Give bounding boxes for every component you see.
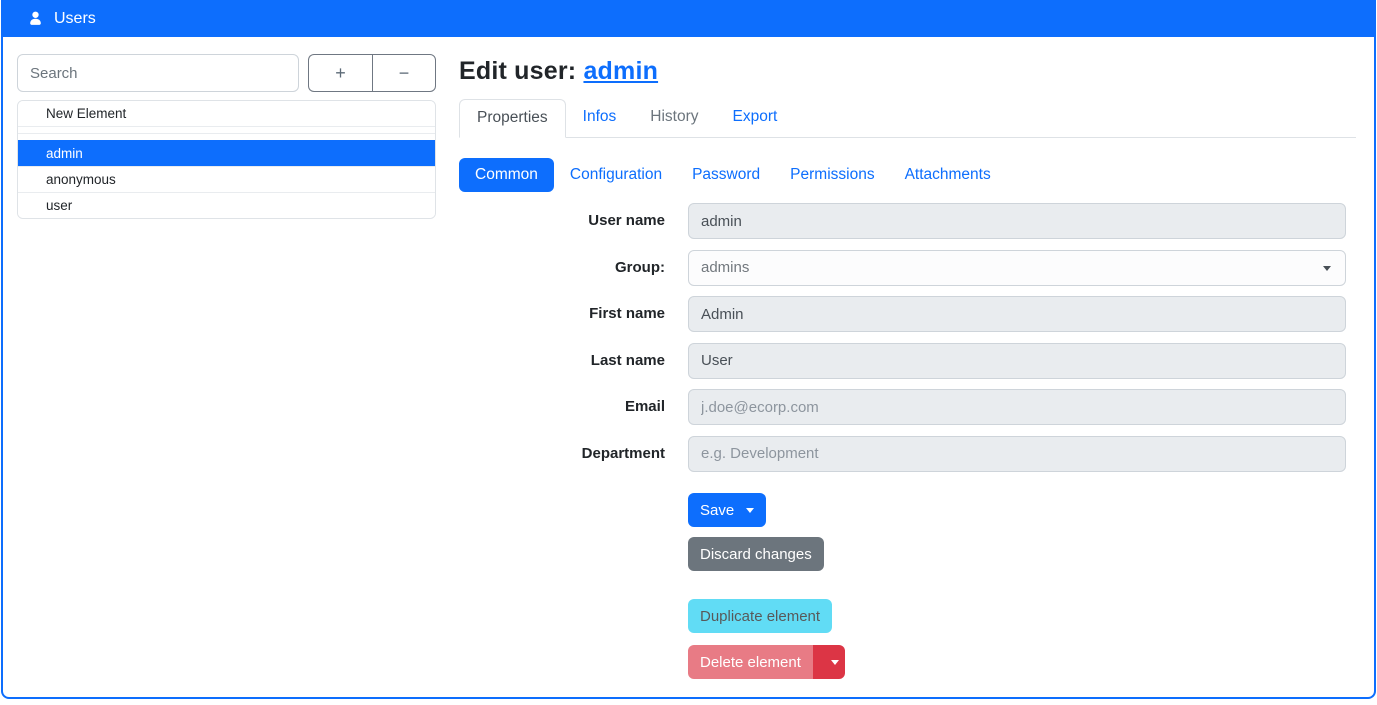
list-spacer bbox=[18, 133, 435, 140]
list-item[interactable]: New Element bbox=[18, 101, 435, 126]
tab-history: History bbox=[633, 99, 715, 138]
user-name-label: User name bbox=[459, 203, 665, 239]
page-title: Edit user: admin bbox=[459, 57, 1356, 86]
main-tabs: PropertiesInfosHistoryExport bbox=[459, 99, 1356, 138]
discard-changes-button[interactable]: Discard changes bbox=[688, 537, 824, 571]
form-actions: Save Discard changes Duplicate element D… bbox=[688, 482, 1356, 679]
subtab-common[interactable]: Common bbox=[459, 158, 554, 192]
first-name-input[interactable] bbox=[688, 296, 1346, 332]
user-name-input[interactable] bbox=[688, 203, 1346, 239]
list-item[interactable]: user bbox=[18, 192, 435, 218]
form-row-first-name: First name bbox=[459, 296, 1356, 332]
app-header: Users bbox=[3, 0, 1374, 37]
sidebar: + − New Element adminanonymoususer bbox=[3, 37, 436, 679]
edit-panel: Edit user: admin PropertiesInfosHistoryE… bbox=[436, 37, 1374, 679]
subtab-attachments[interactable]: Attachments bbox=[890, 158, 1006, 192]
delete-element-button[interactable]: Delete element bbox=[688, 645, 813, 679]
group-field-wrap: admins bbox=[688, 250, 1346, 286]
sub-tabs: CommonConfigurationPasswordPermissionsAt… bbox=[459, 158, 1356, 192]
form-row-department: Department bbox=[459, 436, 1356, 472]
delete-element-split-button: Delete element bbox=[688, 645, 845, 679]
first-name-label: First name bbox=[459, 296, 665, 332]
list-item[interactable]: anonymous bbox=[18, 166, 435, 192]
element-list-toolbar: + − bbox=[308, 54, 436, 92]
app-window: Users + − New Elementadminanonymoususer … bbox=[1, 0, 1376, 699]
department-label: Department bbox=[459, 436, 665, 472]
add-element-button[interactable]: + bbox=[308, 54, 372, 92]
user-form: User name Group: admins First name Last name… bbox=[459, 203, 1356, 472]
delete-dropdown-button[interactable] bbox=[813, 645, 845, 679]
tab-infos[interactable]: Infos bbox=[566, 99, 634, 138]
email-field-wrap bbox=[688, 389, 1346, 425]
app-title: Users bbox=[54, 10, 96, 28]
last-name-input[interactable] bbox=[688, 343, 1346, 379]
search-input[interactable] bbox=[17, 54, 299, 92]
department-input[interactable] bbox=[688, 436, 1346, 472]
list-spacer bbox=[18, 126, 435, 133]
edited-user-link[interactable]: admin bbox=[583, 57, 658, 85]
user-name-field-wrap bbox=[688, 203, 1346, 239]
users-icon bbox=[27, 10, 44, 27]
caret-down-icon bbox=[746, 508, 754, 513]
remove-element-button[interactable]: − bbox=[372, 54, 436, 92]
last-name-label: Last name bbox=[459, 343, 665, 379]
email-label: Email bbox=[459, 389, 665, 425]
first-name-field-wrap bbox=[688, 296, 1346, 332]
email-input[interactable] bbox=[688, 389, 1346, 425]
subtab-permissions[interactable]: Permissions bbox=[775, 158, 889, 192]
list-item[interactable]: admin bbox=[18, 140, 435, 166]
element-list: New Element adminanonymoususer bbox=[17, 100, 436, 219]
tab-properties[interactable]: Properties bbox=[459, 99, 566, 138]
duplicate-element-button[interactable]: Duplicate element bbox=[688, 599, 832, 633]
department-field-wrap bbox=[688, 436, 1346, 472]
group-label: Group: bbox=[459, 250, 665, 286]
save-button[interactable]: Save bbox=[688, 493, 766, 527]
caret-down-icon bbox=[1323, 266, 1331, 271]
form-row-last-name: Last name bbox=[459, 343, 1356, 379]
form-row-group: Group: admins bbox=[459, 250, 1356, 286]
subtab-configuration[interactable]: Configuration bbox=[555, 158, 677, 192]
tab-export[interactable]: Export bbox=[716, 99, 795, 138]
last-name-field-wrap bbox=[688, 343, 1346, 379]
subtab-password[interactable]: Password bbox=[677, 158, 775, 192]
form-row-email: Email bbox=[459, 389, 1356, 425]
form-row-user-name: User name bbox=[459, 203, 1356, 239]
caret-down-icon bbox=[831, 660, 839, 665]
group-select[interactable]: admins bbox=[688, 250, 1346, 286]
page-title-prefix: Edit user: bbox=[459, 57, 576, 85]
save-button-label: Save bbox=[700, 502, 734, 519]
